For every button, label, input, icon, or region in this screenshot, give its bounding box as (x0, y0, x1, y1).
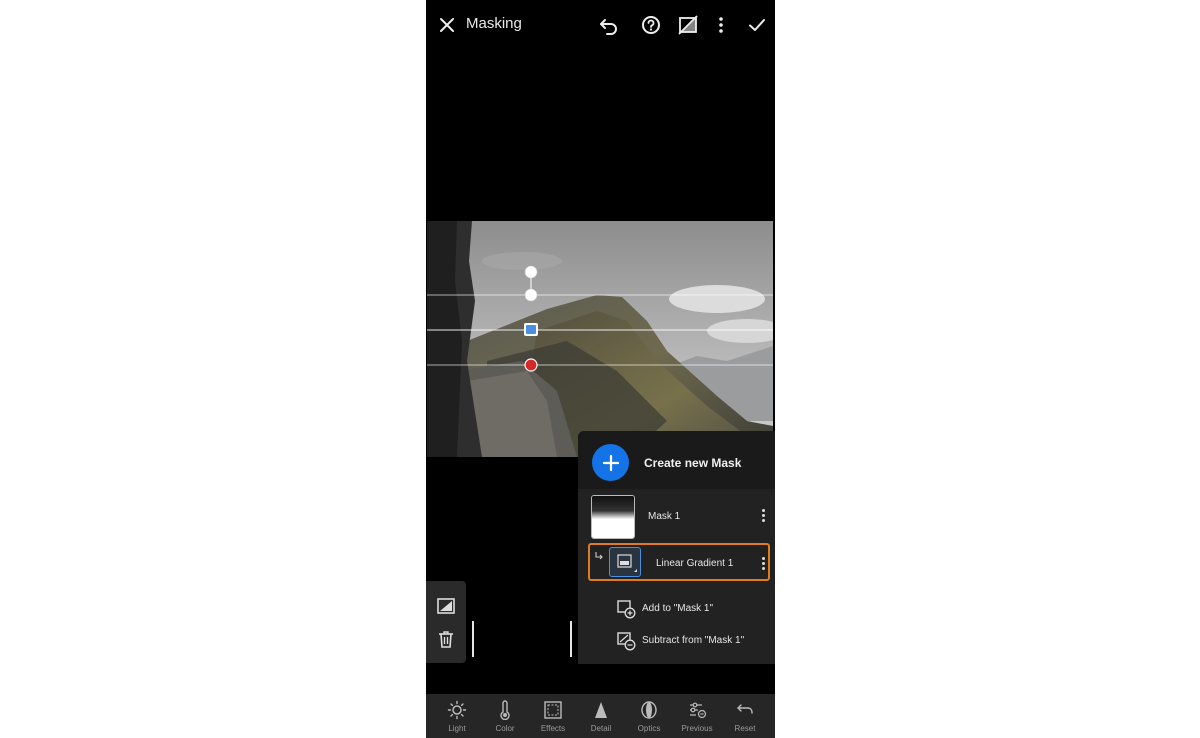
subtract-from-mask-option[interactable]: Subtract from "Mask 1" (578, 629, 775, 655)
create-mask-button[interactable] (592, 444, 629, 481)
mask-options-icon[interactable] (762, 509, 766, 524)
tool-label: Light (448, 724, 466, 733)
tool-detail[interactable]: Detail (577, 694, 625, 738)
close-icon[interactable] (436, 14, 458, 36)
tool-label: Optics (637, 724, 661, 733)
more-icon[interactable] (710, 14, 732, 36)
help-icon[interactable] (640, 14, 662, 36)
light-icon (447, 700, 467, 720)
detail-icon (591, 700, 611, 720)
add-to-mask-option[interactable]: Add to "Mask 1" (578, 597, 775, 623)
add-mask-icon (616, 599, 636, 619)
subitem-arrow-icon (594, 551, 604, 561)
checkmark-icon[interactable] (746, 14, 768, 36)
effects-icon (543, 700, 563, 720)
previous-icon (687, 700, 707, 720)
tool-label: Detail (590, 724, 612, 733)
component-name: Linear Gradient 1 (656, 558, 734, 569)
mask-row[interactable]: Mask 1 (578, 489, 775, 541)
phone-screen: Masking Create new Mask Mask 1 Linear Gr… (426, 0, 775, 738)
photo-canvas[interactable] (427, 221, 773, 457)
slider-left-marker (472, 621, 474, 657)
tool-reset[interactable]: Reset (721, 694, 769, 738)
landscape-photo (427, 221, 773, 457)
tool-light[interactable]: Light (433, 694, 481, 738)
add-to-mask-label: Add to "Mask 1" (642, 603, 714, 614)
tool-label: Color (495, 724, 515, 733)
reset-icon (735, 700, 755, 720)
tool-optics[interactable]: Optics (625, 694, 673, 738)
invert-mask-icon[interactable] (436, 596, 456, 616)
trash-icon[interactable] (436, 629, 456, 649)
mask-panel: Create new Mask Mask 1 Linear Gradient 1 (578, 431, 775, 664)
component-row-selected[interactable]: Linear Gradient 1 (588, 543, 770, 581)
tool-color[interactable]: Color (481, 694, 529, 738)
subtract-mask-icon (616, 631, 636, 651)
mask-overlay-icon[interactable] (677, 14, 699, 36)
create-mask-row[interactable]: Create new Mask (578, 431, 775, 489)
page-title: Masking (466, 15, 522, 32)
component-options-icon[interactable] (762, 557, 766, 572)
bottom-toolbar: Light Color Effects Detail Optics Previo… (426, 694, 775, 738)
linear-gradient-icon (609, 547, 641, 577)
mask-list: Mask 1 Linear Gradient 1 Add to "Mask 1"… (578, 489, 775, 664)
tool-label: Reset (734, 724, 756, 733)
slider-right-marker (570, 621, 572, 657)
undo-icon[interactable] (598, 14, 620, 36)
tool-effects[interactable]: Effects (529, 694, 577, 738)
tool-label: Effects (540, 724, 566, 733)
plus-icon (602, 454, 619, 471)
tool-label: Previous (681, 724, 713, 733)
mask-name: Mask 1 (648, 511, 681, 522)
mask-tool-stack (426, 581, 466, 663)
subtract-from-mask-label: Subtract from "Mask 1" (642, 635, 745, 646)
mask-thumbnail (591, 495, 635, 539)
optics-icon (639, 700, 659, 720)
color-icon (495, 700, 515, 720)
create-mask-label: Create new Mask (644, 456, 742, 470)
tool-previous[interactable]: Previous (673, 694, 721, 738)
